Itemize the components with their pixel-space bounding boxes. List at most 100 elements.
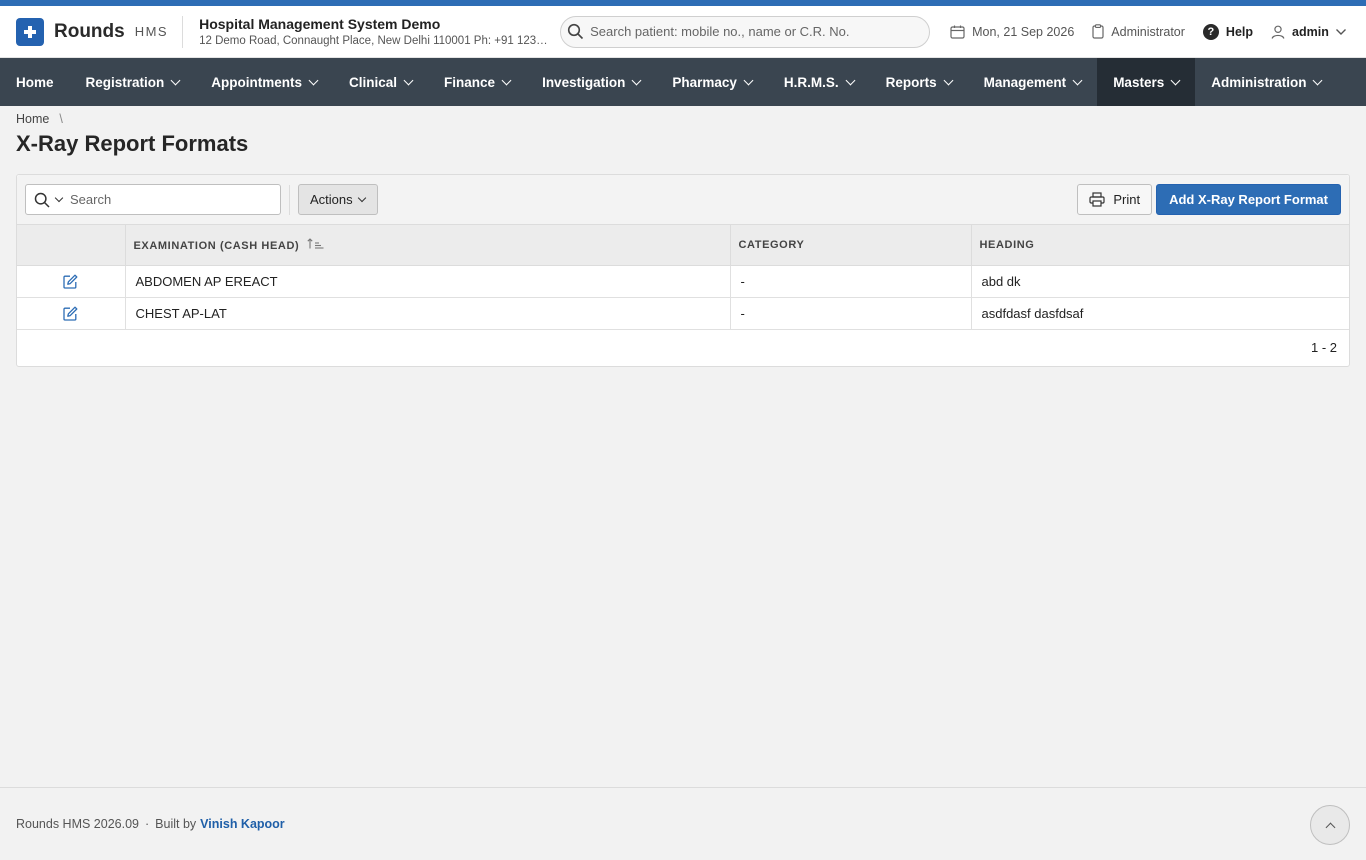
user-menu[interactable]: admin [1271,25,1347,39]
edit-cell [17,297,126,330]
clipboard-icon [1092,24,1104,39]
table-header-row: EXAMINATION (CASH HEAD) CATEGORY HEADING [17,225,1349,266]
table-row: ABDOMEN AP EREACT - abd dk [17,265,1349,298]
nav-item-label: Finance [444,74,496,90]
main-nav: Home Registration Appointments Clinical Fina… [0,58,1366,106]
calendar-icon [950,25,965,39]
chevron-down-icon [1072,75,1083,85]
print-button[interactable]: Print [1077,184,1153,215]
page-title: X-Ray Report Formats [16,131,249,156]
nav-item-finance[interactable]: Finance [428,58,526,106]
nav-item-registration[interactable]: Registration [70,58,196,106]
column-header-label: EXAMINATION (CASH HEAD) [133,239,300,252]
nav-item-home[interactable]: Home [0,58,70,106]
search-icon [568,23,584,40]
chevron-down-icon [1170,75,1181,85]
nav-item-label: Home [16,74,54,90]
print-label: Print [1113,192,1141,207]
chevron-down-icon [845,75,856,85]
toolbar-divider [289,184,290,215]
footer-version: Rounds HMS 2026.09 [16,817,139,831]
report-search-input[interactable] [70,192,260,207]
table-body: ABDOMEN AP EREACT - abd dk CHEST AP-LAT - asd… [17,265,1349,330]
header-divider [182,15,184,48]
footer-author-link[interactable]: Vinish Kapoor [200,817,285,831]
nav-item-label: H.R.M.S. [783,74,839,90]
nav-item-label: Administration [1211,74,1307,90]
cell-heading: abd dk [971,265,1349,298]
main-content: Home \ X-Ray Report Formats Actions Prin… [0,106,1366,373]
patient-search-input[interactable] [590,24,921,39]
chevron-down-icon [943,75,954,85]
nav-item-label: Registration [85,74,165,90]
app-header: Rounds HMS Hospital Management System De… [0,6,1366,58]
actions-button[interactable]: Actions [298,184,378,215]
chevron-down-icon [170,75,181,85]
chevron-down-icon [357,193,366,203]
chevron-down-icon [743,75,754,85]
search-column-chevron-icon[interactable] [54,193,64,203]
report-search[interactable] [25,184,281,215]
pagination: 1 - 2 [17,330,1349,366]
nav-item-h-r-m-s[interactable]: H.R.M.S. [768,58,870,106]
logo-cross-icon [16,17,44,46]
actions-label: Actions [310,192,353,207]
nav-item-label: Investigation [542,74,626,90]
report-panel: Actions Print Add X-Ray Report Format EX… [16,174,1350,367]
logo-sub: HMS [134,24,169,39]
chevron-down-icon [403,75,414,85]
nav-item-investigation[interactable]: Investigation [526,58,656,106]
date-text: Mon, 21 Sep 2026 [972,24,1075,39]
edit-icon[interactable] [63,306,78,321]
chevron-down-icon [501,75,512,85]
nav-item-clinical[interactable]: Clinical [333,58,428,106]
pagination-text: 1 - 2 [1310,340,1337,355]
help-icon: ? [1202,23,1219,40]
role-text: Administrator [1111,24,1185,39]
footer-dot: · [145,817,150,831]
help-link[interactable]: ? Help [1202,23,1254,40]
scroll-to-top-button[interactable] [1310,805,1350,845]
breadcrumb-home[interactable]: Home [16,112,49,126]
chevron-down-icon [631,75,642,85]
nav-item-pharmacy[interactable]: Pharmacy [656,58,768,106]
cell-examination: ABDOMEN AP EREACT [125,265,731,298]
search-icon[interactable] [34,192,50,208]
role-display[interactable]: Administrator [1092,24,1185,39]
sort-ascending-icon[interactable] [307,237,325,249]
edit-column-header [17,225,126,266]
help-text: Help [1225,24,1254,39]
app-footer: Rounds HMS 2026.09 · Built by Vinish Kap… [0,787,1366,860]
column-header-examination[interactable]: EXAMINATION (CASH HEAD) [125,225,731,266]
user-icon [1271,25,1285,39]
column-header-heading[interactable]: HEADING [971,225,1349,266]
report-table: EXAMINATION (CASH HEAD) CATEGORY HEADING… [17,225,1349,330]
nav-item-label: Pharmacy [672,74,737,90]
column-header-category[interactable]: CATEGORY [730,225,972,266]
nav-item-label: Masters [1113,74,1165,90]
chevron-down-icon [1313,75,1323,85]
cell-heading: asdfdasf dasfdsaf [971,297,1349,330]
add-xray-format-button[interactable]: Add X-Ray Report Format [1156,184,1341,215]
nav-item-administration[interactable]: Administration [1195,58,1337,106]
header-right: Mon, 21 Sep 2026 Administrator ? Help ad… [950,23,1347,40]
breadcrumb: Home \ [16,112,1350,126]
nav-item-appointments[interactable]: Appointments [195,58,333,106]
nav-item-label: Clinical [349,74,398,90]
footer-built-by: Built by [155,817,197,831]
nav-item-label: Appointments [211,74,303,90]
hospital-name: Hospital Management System Demo [199,16,441,32]
edit-icon[interactable] [63,274,78,289]
logo[interactable]: Rounds HMS [16,17,169,46]
hospital-address: 12 Demo Road, Connaught Place, New Delhi… [199,35,548,47]
report-toolbar: Actions Print Add X-Ray Report Format [17,175,1349,225]
cell-category: - [730,297,972,330]
table-row: CHEST AP-LAT - asdfdasf dasfdsaf [17,297,1349,330]
patient-search[interactable] [560,15,931,48]
nav-item-management[interactable]: Management [968,58,1098,106]
edit-cell [17,265,126,298]
chevron-up-icon [1325,822,1335,832]
nav-item-reports[interactable]: Reports [870,58,968,106]
cell-category: - [730,265,972,298]
nav-item-masters[interactable]: Masters [1097,58,1196,106]
